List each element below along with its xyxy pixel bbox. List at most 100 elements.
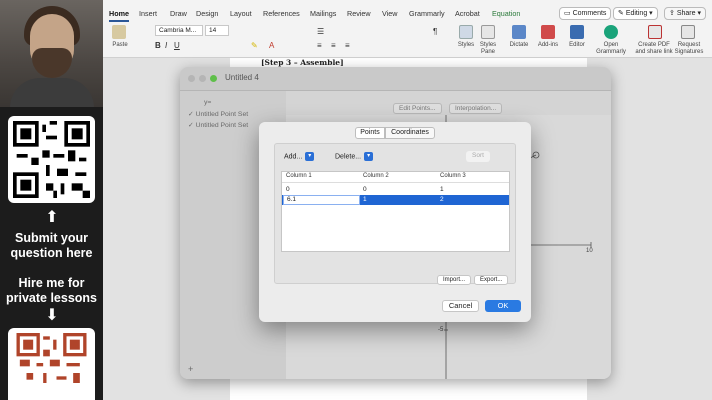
font-size-select[interactable]: 14: [205, 25, 229, 36]
chevron-down-icon: ▾: [305, 152, 315, 161]
font-name-select[interactable]: Cambria M...: [155, 25, 203, 36]
delete-dropdown[interactable]: Delete... ▾: [335, 152, 374, 164]
delete-label: Delete...: [335, 153, 362, 161]
arrow-up-icon: ⬆: [45, 209, 59, 226]
pencil-icon: ✎: [618, 10, 626, 17]
tab-draw[interactable]: Draw: [170, 9, 187, 18]
cancel-button[interactable]: Cancel: [442, 300, 479, 312]
comments-button[interactable]: ▭ Comments: [559, 7, 612, 20]
align-left-icon[interactable]: ≡: [317, 41, 322, 50]
webcam-feed: [0, 0, 103, 107]
qr-code-icon: [13, 121, 90, 198]
editor-icon[interactable]: [570, 25, 584, 39]
table-cell[interactable]: 1: [363, 196, 367, 203]
table-cell[interactable]: 2: [440, 196, 444, 203]
graph-window-title: Untitled 4: [225, 73, 259, 82]
grammarly-icon[interactable]: [604, 25, 618, 39]
import-button[interactable]: Import...: [437, 275, 472, 285]
highlight-icon[interactable]: ✎: [251, 41, 258, 50]
comments-label: Comments: [572, 10, 607, 17]
tab-mailings[interactable]: Mailings: [310, 9, 336, 18]
tab-coordinates[interactable]: Coordinates: [385, 127, 435, 139]
bullets-icon[interactable]: ☰: [317, 27, 324, 36]
add-dropdown[interactable]: Add... ▾: [284, 152, 315, 164]
styles-icon[interactable]: [459, 25, 473, 39]
tab-home[interactable]: Home: [109, 9, 129, 22]
align-right-icon[interactable]: ≡: [345, 41, 350, 50]
font-color-button[interactable]: A: [269, 41, 274, 50]
export-button[interactable]: Export...: [474, 275, 509, 285]
arrow-down-icon: ⬇: [45, 307, 59, 324]
sidebar-item-point-set-1[interactable]: ✓ Untitled Point Set: [188, 110, 248, 118]
request-signatures-label: Request Signatures: [674, 42, 704, 55]
coordinates-table[interactable]: Column 1 Column 2 Column 3 0 0 1 6.1 1 2: [281, 171, 510, 252]
column-2-header[interactable]: Column 2: [363, 173, 389, 179]
tab-references[interactable]: References: [263, 9, 300, 18]
styles-pane-icon[interactable]: [481, 25, 495, 39]
table-row-selected[interactable]: 6.1 1 2: [282, 195, 509, 205]
qr-code-lessons[interactable]: [8, 328, 95, 400]
paragraph-icon[interactable]: ¶: [433, 27, 437, 36]
checkmark-icon: ✓: [188, 122, 196, 129]
table-cell[interactable]: 0: [363, 186, 367, 193]
table-cell[interactable]: 0: [286, 186, 290, 193]
tab-equation[interactable]: Equation: [492, 9, 520, 18]
italic-button[interactable]: I: [165, 41, 167, 50]
add-ins-icon[interactable]: [541, 25, 555, 39]
checkmark-icon: ✓: [188, 111, 196, 118]
cell-edit-input[interactable]: 6.1: [283, 195, 360, 205]
tab-points[interactable]: Points: [355, 127, 385, 139]
sidebar-item-equation[interactable]: y=: [204, 99, 211, 106]
pdf-icon[interactable]: [648, 25, 662, 39]
column-1-header[interactable]: Column 1: [286, 173, 312, 179]
qr-code-submit[interactable]: [8, 116, 95, 203]
share-button[interactable]: ⇪ Share ▾: [664, 7, 706, 20]
screen: ⬆ Submit your question here Hire me for …: [0, 0, 712, 400]
zoom-window-button[interactable]: [210, 75, 217, 82]
tab-insert[interactable]: Insert: [139, 9, 157, 18]
add-label: Add...: [284, 153, 303, 161]
step-heading: [Step 3 – Assemble]: [261, 58, 344, 67]
y-axis-label-neg5: -5: [438, 327, 444, 333]
editor-label: Editor: [569, 42, 585, 48]
tab-review[interactable]: Review: [347, 9, 371, 18]
chevron-down-icon: ▾: [364, 152, 374, 161]
editing-label: Editing: [625, 10, 648, 17]
sort-button[interactable]: Sort: [466, 151, 490, 162]
table-cell[interactable]: 1: [440, 186, 444, 193]
close-window-button[interactable]: [188, 75, 195, 82]
coordinates-dialog: Points Coordinates Add... ▾ Delete... ▾ So…: [259, 122, 531, 322]
table-header: Column 1 Column 2 Column 3: [282, 172, 509, 183]
tab-grammarly[interactable]: Grammarly: [409, 9, 445, 18]
tab-design[interactable]: Design: [196, 9, 218, 18]
underline-button[interactable]: U: [174, 41, 180, 50]
edit-points-button[interactable]: Edit Points...: [393, 103, 442, 114]
minimize-window-button[interactable]: [199, 75, 206, 82]
signature-icon[interactable]: [681, 25, 695, 39]
tab-view[interactable]: View: [382, 9, 397, 18]
graph-titlebar: Untitled 4: [180, 67, 611, 91]
styles-pane-label: Styles Pane: [479, 42, 497, 55]
point-set-2-label: Untitled Point Set: [195, 122, 249, 129]
tab-acrobat[interactable]: Acrobat: [455, 9, 480, 18]
point-set-1-label: Untitled Point Set: [195, 111, 249, 118]
add-icon[interactable]: +: [188, 364, 193, 374]
paste-icon[interactable]: [112, 25, 126, 39]
share-icon: ⇪: [669, 10, 677, 17]
microphone-icon[interactable]: [512, 25, 526, 39]
editing-button[interactable]: ✎ Editing ▾: [613, 7, 658, 20]
table-row[interactable]: 0 0 1: [282, 185, 509, 195]
paste-label: Paste: [112, 42, 128, 48]
bold-button[interactable]: B: [155, 41, 161, 50]
submit-question-text: Submit your question here: [10, 231, 93, 260]
align-center-icon[interactable]: ≡: [331, 41, 336, 50]
create-pdf-label: Create PDF and share link: [635, 42, 673, 55]
share-label: Share: [676, 10, 696, 17]
ribbon-toolbar: Paste Cambria M... 14 B I U A ✎ ☰ ≡ ≡ ≡ …: [103, 22, 712, 58]
sidebar-item-point-set-2[interactable]: ✓ Untitled Point Set: [188, 121, 248, 129]
column-3-header[interactable]: Column 3: [440, 173, 466, 179]
interpolation-button[interactable]: Interpolation...: [449, 103, 503, 114]
tab-layout[interactable]: Layout: [230, 9, 252, 18]
ok-button[interactable]: OK: [485, 300, 521, 312]
open-grammarly-label: Open Grammarly: [596, 42, 626, 55]
